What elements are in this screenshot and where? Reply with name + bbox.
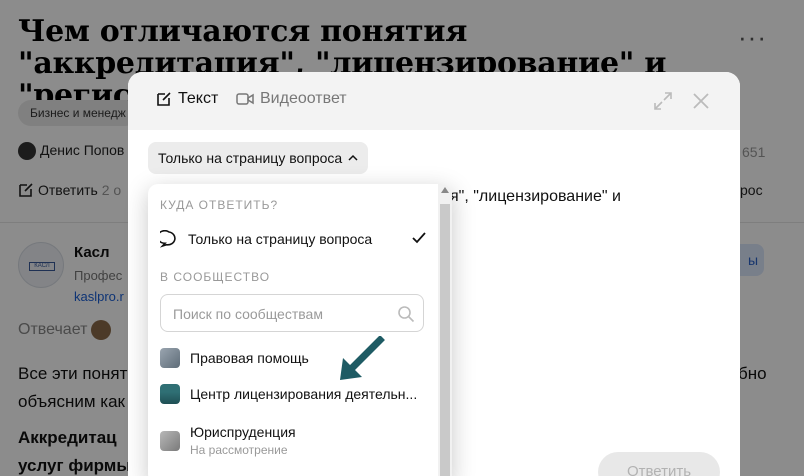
scroll-up-arrow-icon[interactable] — [441, 187, 449, 193]
option-question-page[interactable]: Только на страницу вопроса — [160, 230, 372, 248]
annotation-arrow-icon — [340, 336, 385, 380]
community-avatar — [160, 430, 180, 451]
modal-header: Текст Видеоответ — [128, 72, 740, 130]
tab-video[interactable]: Видеоответ — [236, 90, 347, 108]
tab-video-label: Видеоответ — [260, 90, 347, 107]
community-label: Юриспруденция — [190, 424, 296, 440]
community-search — [160, 294, 424, 332]
section-community-label: В СООБЩЕСТВО — [160, 270, 271, 284]
tab-text[interactable]: Текст — [156, 90, 218, 108]
chevron-up-icon — [348, 154, 358, 161]
community-item[interactable]: Юриспруденция На рассмотрение — [160, 424, 296, 457]
community-avatar — [160, 348, 180, 368]
tab-text-label: Текст — [178, 90, 219, 107]
community-text: Юриспруденция На рассмотрение — [190, 424, 296, 457]
community-label: Центр лицензирования деятельн... — [190, 386, 418, 402]
section-where-label: КУДА ОТВЕТИТЬ? — [160, 198, 279, 212]
edit-icon — [157, 92, 171, 106]
dropdown-scrollbar[interactable] — [438, 184, 452, 476]
scrollbar-thumb[interactable] — [440, 204, 450, 476]
close-icon[interactable] — [690, 90, 712, 112]
answer-scope-label: Только на страницу вопроса — [158, 150, 343, 166]
option-question-page-label: Только на страницу вопроса — [188, 231, 373, 247]
community-item[interactable]: Правовая помощь — [160, 348, 309, 368]
community-status: На рассмотрение — [190, 443, 288, 457]
answer-scope-dropdown: КУДА ОТВЕТИТЬ? Только на страницу вопрос… — [148, 184, 452, 476]
community-search-input[interactable] — [173, 304, 387, 324]
search-icon[interactable] — [397, 305, 415, 323]
checkmark-icon — [412, 232, 426, 244]
community-avatar — [160, 384, 180, 404]
comment-icon — [160, 230, 176, 248]
expand-icon[interactable] — [652, 90, 674, 112]
community-label: Правовая помощь — [190, 350, 309, 366]
submit-answer-button[interactable]: Ответить — [598, 452, 720, 476]
answer-scope-select[interactable]: Только на страницу вопроса — [148, 142, 369, 174]
video-camera-icon — [236, 93, 254, 105]
community-item[interactable]: Центр лицензирования деятельн... — [160, 384, 417, 404]
editor-text[interactable]: я", "лицензирование" и — [450, 188, 621, 206]
